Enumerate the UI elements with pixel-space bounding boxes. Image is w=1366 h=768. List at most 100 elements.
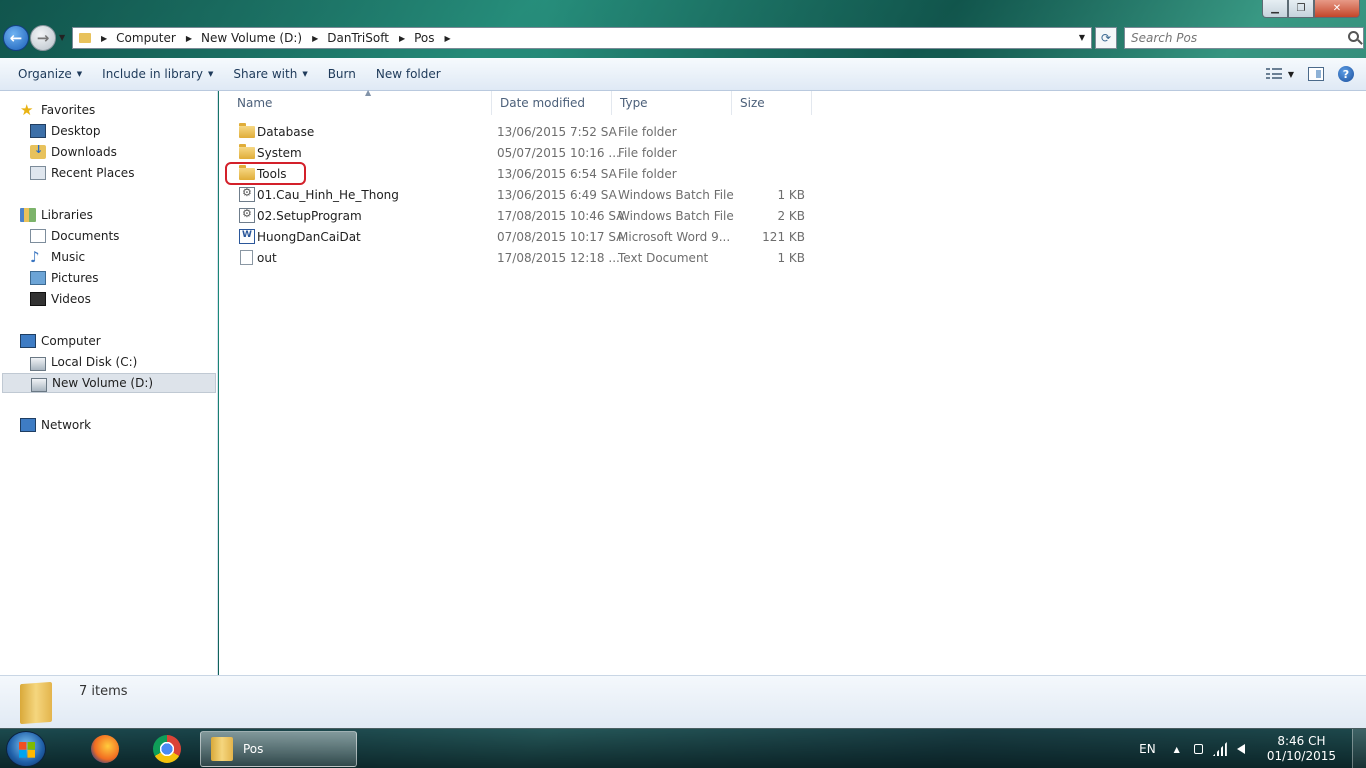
share-with-button[interactable]: Share with ▼ [223, 67, 317, 81]
network-signal-icon[interactable] [1212, 742, 1227, 756]
burn-button[interactable]: Burn [318, 67, 366, 81]
column-header-date[interactable]: Date modified [492, 91, 612, 115]
file-row-system[interactable]: System 05/07/2015 10:16 ... File folder [227, 143, 817, 164]
refresh-button[interactable]: ⟳ [1095, 27, 1117, 49]
nav-item-libraries[interactable]: Libraries [0, 205, 218, 225]
nav-item-downloads[interactable]: Downloads [0, 142, 218, 162]
close-button[interactable]: ✕ [1314, 0, 1360, 18]
chevron-down-icon: ▼ [302, 70, 308, 78]
chevron-right-icon[interactable]: ▶ [186, 34, 192, 43]
libraries-icon [20, 208, 36, 222]
taskbar: Pos EN ▲ 8:46 CH 01/10/2015 [0, 728, 1366, 768]
file-row-cau-hinh-he-thong[interactable]: 01.Cau_Hinh_He_Thong 13/06/2015 6:49 SA … [227, 185, 817, 206]
preview-pane-icon[interactable] [1308, 67, 1324, 81]
chevron-right-icon[interactable]: ▶ [399, 34, 405, 43]
recent-places-icon [30, 166, 46, 180]
view-controls: ▼ ? [1265, 66, 1354, 82]
file-row-setup-program[interactable]: 02.SetupProgram 17/08/2015 10:46 SA Wind… [227, 206, 817, 227]
nav-item-documents[interactable]: Documents [0, 226, 218, 246]
column-header-label: Size [740, 96, 765, 110]
minimize-button[interactable]: ▁ [1262, 0, 1288, 18]
nav-item-favorites[interactable]: ★ Favorites [0, 100, 218, 120]
taskbar-chrome[interactable] [142, 733, 192, 765]
nav-item-computer[interactable]: Computer [0, 331, 218, 351]
nav-item-music[interactable]: ♪ Music [0, 247, 218, 267]
file-date: 13/06/2015 6:49 SA [497, 188, 617, 202]
organize-button[interactable]: Organize ▼ [8, 67, 92, 81]
file-name: 01.Cau_Hinh_He_Thong [257, 188, 399, 202]
clock-time: 8:46 CH [1277, 734, 1326, 748]
breadcrumb-dantrisoft[interactable]: DanTriSoft [327, 31, 389, 45]
chevron-right-icon[interactable]: ▶ [312, 34, 318, 43]
search-input[interactable] [1125, 28, 1335, 48]
folder-icon [211, 737, 233, 761]
language-indicator[interactable]: EN [1139, 742, 1156, 756]
chevron-down-icon: ▼ [76, 70, 83, 78]
file-type: Windows Batch File [618, 209, 734, 223]
nav-label: Videos [51, 292, 91, 306]
file-date: 05/07/2015 10:16 ... [497, 146, 620, 160]
breadcrumb-pos[interactable]: Pos [414, 31, 434, 45]
column-header-name[interactable]: ▲ Name [229, 88, 492, 115]
back-button[interactable]: ← [3, 25, 29, 51]
volume-icon[interactable] [1236, 744, 1245, 754]
taskbar-firefox[interactable] [80, 733, 130, 765]
file-type: File folder [618, 125, 677, 139]
chevron-right-icon[interactable]: ▶ [101, 34, 107, 43]
nav-item-recent-places[interactable]: Recent Places [0, 163, 218, 183]
recent-pages-dropdown[interactable]: ▼ [59, 33, 65, 42]
batch-file-icon [239, 186, 255, 202]
change-view-icon[interactable] [1265, 68, 1282, 80]
show-desktop-button[interactable] [1352, 729, 1366, 768]
nav-item-desktop[interactable]: Desktop [0, 121, 218, 141]
file-date: 17/08/2015 10:46 SA [497, 209, 625, 223]
help-icon[interactable]: ? [1338, 66, 1354, 82]
nav-label: Music [51, 250, 86, 264]
view-options-dropdown-icon[interactable]: ▼ [1288, 70, 1294, 79]
power-icon[interactable] [1193, 744, 1203, 754]
details-pane: 7 items [0, 675, 1366, 728]
file-row-tools[interactable]: Tools 13/06/2015 6:54 SA File folder [227, 164, 817, 185]
clock[interactable]: 8:46 CH 01/10/2015 [1267, 734, 1336, 764]
new-folder-button[interactable]: New folder [366, 67, 451, 81]
navigation-pane: ★ Favorites Desktop Downloads Recent Plac… [0, 91, 218, 675]
title-bar[interactable]: ▁ ❐ ✕ ← → ▼ ▶ Computer ▶ New Volume (D:)… [0, 0, 1366, 58]
address-dropdown-icon[interactable]: ▼ [1079, 33, 1085, 42]
share-with-label: Share with [233, 67, 298, 81]
chevron-right-icon[interactable]: ▶ [445, 34, 451, 43]
search-box[interactable] [1124, 27, 1364, 49]
breadcrumb-computer[interactable]: Computer [116, 31, 176, 45]
forward-button[interactable]: → [30, 25, 56, 51]
nav-item-new-volume[interactable]: New Volume (D:) [2, 373, 216, 393]
file-size: 1 KB [777, 188, 805, 202]
search-icon[interactable] [1348, 31, 1359, 42]
start-button[interactable] [6, 731, 46, 767]
nav-item-pictures[interactable]: Pictures [0, 268, 218, 288]
nav-label: Downloads [51, 145, 117, 159]
breadcrumb-new-volume[interactable]: New Volume (D:) [201, 31, 302, 45]
column-header-type[interactable]: Type [612, 91, 732, 115]
nav-label: Favorites [41, 103, 96, 117]
file-row-out[interactable]: out 17/08/2015 12:18 ... Text Document 1… [227, 248, 817, 269]
file-row-huong-dan-cai-dat[interactable]: HuongDanCaiDat 07/08/2015 10:17 SA Micro… [227, 227, 817, 248]
address-bar[interactable]: ▶ Computer ▶ New Volume (D:) ▶ DanTriSof… [72, 27, 1092, 49]
file-row-database[interactable]: Database 13/06/2015 7:52 SA File folder [227, 122, 817, 143]
file-name: Database [257, 125, 315, 139]
nav-item-network[interactable]: Network [0, 415, 218, 435]
taskbar-window-title: Pos [243, 742, 264, 756]
downloads-icon [30, 143, 46, 159]
file-type: File folder [618, 167, 677, 181]
file-date: 13/06/2015 7:52 SA [497, 125, 617, 139]
file-name: HuongDanCaiDat [257, 230, 361, 244]
text-doc-icon [240, 250, 253, 265]
nav-item-local-disk[interactable]: Local Disk (C:) [0, 352, 218, 372]
item-count: 7 items [79, 684, 128, 699]
hard-disk-icon [31, 378, 47, 392]
show-hidden-icons-icon[interactable]: ▲ [1174, 745, 1180, 754]
taskbar-explorer-pos[interactable]: Pos [200, 731, 357, 767]
nav-item-videos[interactable]: Videos [0, 289, 218, 309]
nav-label: New Volume (D:) [52, 376, 154, 390]
include-in-library-button[interactable]: Include in library ▼ [92, 67, 223, 81]
maximize-button[interactable]: ❐ [1288, 0, 1314, 18]
column-header-size[interactable]: Size [732, 91, 812, 115]
